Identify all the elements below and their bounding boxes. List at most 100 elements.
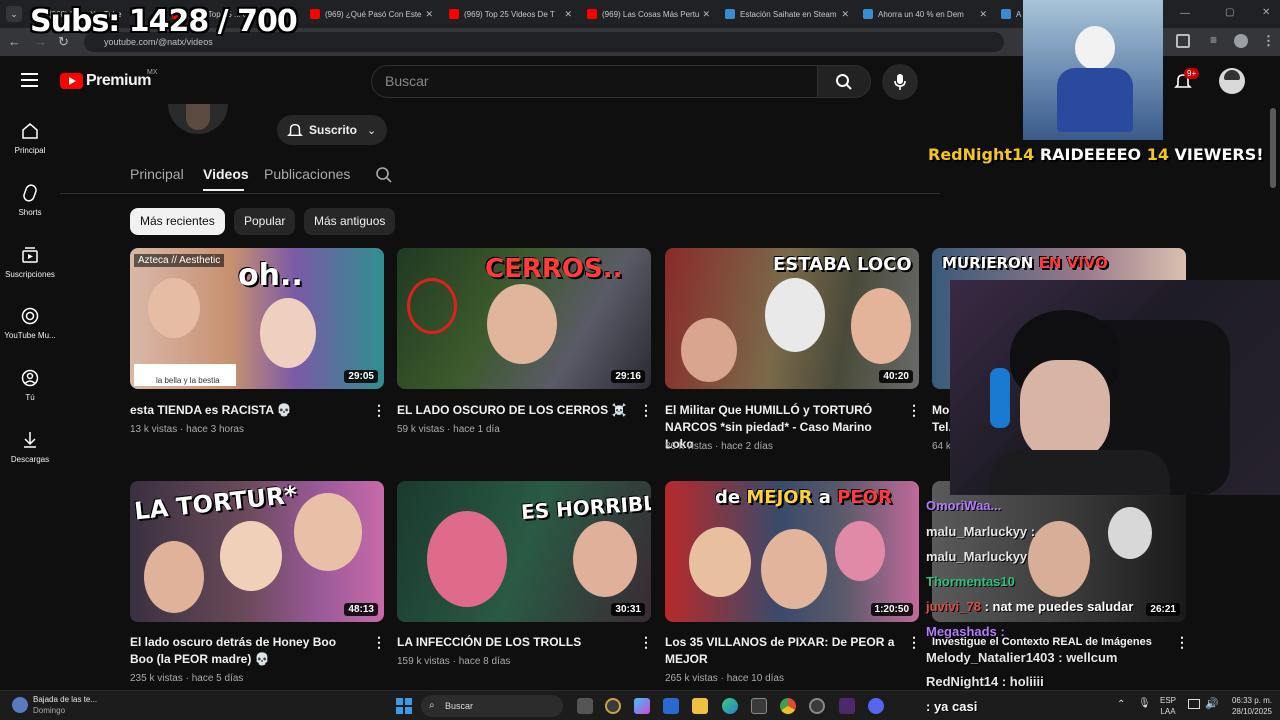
sidebar-item-home[interactable]: Principal bbox=[0, 122, 60, 155]
region-label: MX bbox=[147, 69, 158, 76]
more-actions-icon[interactable]: ⋮ bbox=[907, 634, 921, 651]
language-indicator[interactable]: ESP LAA bbox=[1160, 695, 1176, 717]
obs-icon[interactable] bbox=[839, 698, 855, 714]
store-icon[interactable] bbox=[663, 698, 679, 714]
browser-tab-7[interactable]: Ahorra un 40 % en Dem ✕ bbox=[863, 4, 989, 24]
avatar[interactable] bbox=[1219, 68, 1245, 94]
channel-avatar[interactable] bbox=[168, 104, 228, 134]
chrome-icon[interactable] bbox=[780, 698, 796, 714]
search-button[interactable] bbox=[817, 65, 871, 98]
tab-videos[interactable]: Videos bbox=[203, 166, 249, 182]
video-thumbnail-1[interactable]: Azteca // Aesthetic oh.. la bella y la b… bbox=[130, 248, 384, 389]
profile-icon[interactable] bbox=[1234, 34, 1248, 48]
you-icon bbox=[21, 369, 39, 387]
copilot-icon[interactable] bbox=[634, 698, 650, 714]
channel-search-button[interactable] bbox=[375, 166, 393, 189]
video-thumbnail-3[interactable]: ESTABA LOCO 40:20 bbox=[665, 248, 919, 389]
chevron-up-icon[interactable]: ⌃ bbox=[1117, 699, 1125, 710]
search-input[interactable]: Buscar bbox=[371, 65, 818, 98]
video-title-7[interactable]: Los 35 VILLANOS de PIXAR: De PEOR a MEJO… bbox=[665, 634, 895, 668]
thumbnail-circle-marker bbox=[407, 278, 457, 334]
app-icon[interactable] bbox=[751, 698, 767, 714]
video-title-6[interactable]: LA INFECCIÓN DE LOS TROLLS bbox=[397, 634, 627, 651]
browser-tab-4[interactable]: (969) Top 25 Videos De T ✕ bbox=[449, 4, 574, 24]
filter-chip-popular[interactable]: Popular bbox=[234, 208, 296, 235]
sidebar-item-subscriptions[interactable]: Suscripciones bbox=[0, 246, 60, 279]
more-actions-icon[interactable]: ⋮ bbox=[1175, 634, 1189, 651]
voice-search-button[interactable] bbox=[882, 64, 918, 100]
video-thumbnail-5[interactable]: LA TORTUR* 48:13 bbox=[130, 481, 384, 622]
more-actions-icon[interactable]: ⋮ bbox=[639, 402, 653, 419]
volume-icon[interactable]: 🔊 bbox=[1205, 697, 1219, 710]
more-menu-icon[interactable]: ⋮ bbox=[1262, 33, 1275, 49]
edge-icon[interactable] bbox=[722, 698, 738, 714]
logo-text: Premium bbox=[86, 72, 151, 89]
tab-principal[interactable]: Principal bbox=[130, 166, 184, 182]
steam-icon[interactable] bbox=[809, 698, 825, 714]
video-thumbnail-6[interactable]: ES HORRIBLE 30:31 bbox=[397, 481, 651, 622]
subscribed-button[interactable]: Suscrito ⌄ bbox=[277, 115, 387, 145]
browser-tab-5[interactable]: (969) Las Cosas Más Pertu ✕ bbox=[587, 4, 712, 24]
windows-start-icon[interactable] bbox=[396, 698, 412, 714]
taskbar-search-input[interactable]: ⌕ Buscar bbox=[421, 695, 563, 717]
maximize-icon[interactable]: ▢ bbox=[1225, 7, 1234, 18]
bell-icon bbox=[287, 123, 303, 137]
youtube-logo-icon[interactable] bbox=[60, 73, 83, 89]
weather-subtitle: Domingo bbox=[33, 706, 66, 715]
thumbnail-face bbox=[689, 527, 751, 597]
thumbnail-overlay-text: CERROS.. bbox=[485, 254, 623, 284]
sidebar-item-shorts[interactable]: Shorts bbox=[0, 184, 60, 217]
more-actions-icon[interactable]: ⋮ bbox=[372, 634, 386, 651]
more-actions-icon[interactable]: ⋮ bbox=[907, 402, 921, 419]
close-icon[interactable]: ✕ bbox=[979, 9, 987, 20]
browser-tab-3[interactable]: (969) ¿Qué Pasó Con Este ✕ bbox=[310, 4, 435, 24]
video-title-1[interactable]: esta TIENDA es RACISTA 💀 bbox=[130, 402, 360, 419]
steam-favicon-icon bbox=[863, 9, 873, 19]
page-scrollbar[interactable] bbox=[1270, 108, 1276, 188]
close-icon[interactable]: ✕ bbox=[702, 9, 710, 20]
video-title-4[interactable]: Mo... Tel... bbox=[932, 402, 952, 436]
steam-favicon-icon bbox=[725, 9, 735, 19]
tab-publicaciones[interactable]: Publicaciones bbox=[264, 166, 350, 182]
sidebar-item-youtube-music[interactable]: YouTube Mu... bbox=[0, 307, 60, 340]
sidebar-item-you[interactable]: Tú bbox=[0, 369, 60, 402]
video-title-2[interactable]: EL LADO OSCURO DE LOS CERROS ☠️ bbox=[397, 402, 627, 419]
video-thumbnail-7[interactable]: de MEJOR a PEOR 1:20:50 bbox=[665, 481, 919, 622]
close-icon[interactable]: ✕ bbox=[425, 9, 433, 20]
thumbnail-face bbox=[260, 298, 316, 368]
thumbnail-overlay-text: LA TORTUR* bbox=[132, 481, 299, 526]
thumbnail-face bbox=[294, 493, 362, 571]
notifications-button[interactable]: 9+ bbox=[1174, 68, 1200, 95]
task-view-icon[interactable] bbox=[577, 698, 593, 714]
chat-message: malu_Marluckyy bbox=[926, 549, 1028, 564]
discord-icon[interactable] bbox=[868, 698, 884, 714]
more-actions-icon[interactable]: ⋮ bbox=[372, 402, 386, 419]
thumbnail-overlay-text: MURIERON EN VIVO bbox=[942, 254, 1108, 272]
browser-tab-8[interactable]: A bbox=[1001, 4, 1023, 24]
chat-message: Thormentas10 bbox=[926, 574, 1015, 589]
network-icon[interactable] bbox=[1188, 699, 1200, 709]
tab-list-button[interactable]: ⌄ bbox=[6, 6, 22, 22]
back-icon[interactable]: ← bbox=[8, 34, 21, 49]
extensions-icon[interactable] bbox=[1176, 34, 1190, 48]
menu-icon[interactable] bbox=[21, 73, 38, 75]
minimize-icon[interactable]: — bbox=[1180, 8, 1190, 19]
thumbnail-face bbox=[487, 284, 557, 364]
video-title-5[interactable]: El lado oscuro detrás de Honey Boo Boo (… bbox=[130, 634, 360, 668]
filter-chip-oldest[interactable]: Más antiguos bbox=[304, 208, 396, 235]
video-thumbnail-2[interactable]: CERROS.. 29:16 bbox=[397, 248, 651, 389]
reading-list-icon[interactable]: ≡ bbox=[1210, 33, 1217, 47]
close-icon[interactable]: ✕ bbox=[564, 9, 572, 20]
browser-tab-6[interactable]: Estación Saihate en Steam ✕ bbox=[725, 4, 851, 24]
close-icon[interactable]: ✕ bbox=[841, 9, 849, 20]
filter-chip-recent[interactable]: Más recientes bbox=[130, 208, 225, 235]
sidebar-item-downloads[interactable]: Descargas bbox=[0, 431, 60, 464]
file-explorer-icon[interactable] bbox=[692, 698, 708, 714]
weather-icon[interactable] bbox=[12, 697, 28, 713]
more-actions-icon[interactable]: ⋮ bbox=[639, 634, 653, 651]
clock[interactable]: 06:33 p. m. 28/10/2025 bbox=[1226, 695, 1272, 717]
microphone-icon[interactable]: 🎙 bbox=[1138, 698, 1151, 709]
close-window-icon[interactable]: ✕ bbox=[1262, 7, 1270, 18]
app-icon[interactable] bbox=[605, 698, 621, 714]
thumbnail-bear-figure bbox=[835, 521, 885, 581]
